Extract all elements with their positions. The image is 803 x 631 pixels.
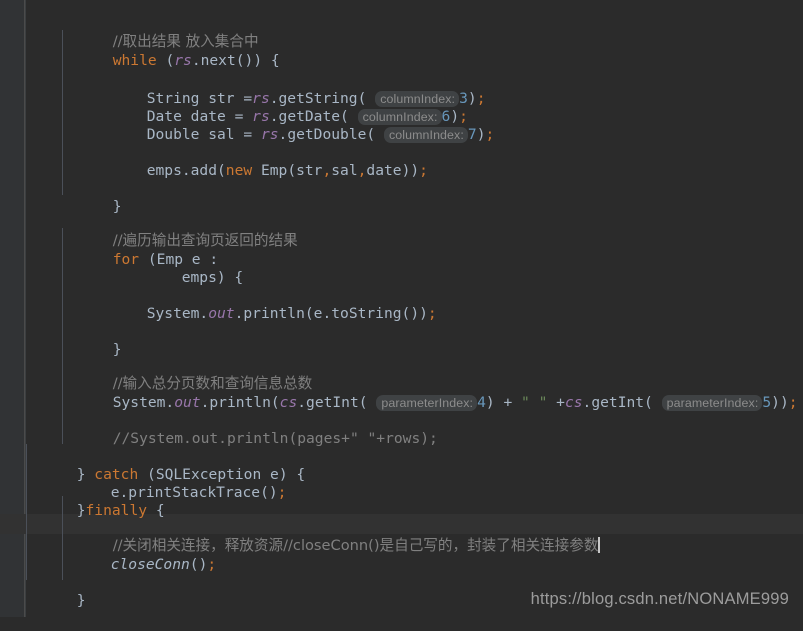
code-line[interactable]: while (rs.next()) { [60,31,280,69]
code-editor[interactable]: //取出结果 放入集合中 while (rs.next()) { String … [0,0,803,617]
code-line[interactable]: e.printStackTrace(); [58,463,287,501]
method-getint: .getInt( [582,394,653,411]
punctuation: ( [156,52,175,69]
number-literal: 7 [467,126,477,143]
argument: sal [331,162,358,179]
code-line[interactable]: emps) { [129,248,244,286]
punctuation: ) + [485,394,522,411]
code-line[interactable]: }finally { [24,481,165,519]
semicolon: ; [419,162,428,179]
code-line[interactable]: //遍历输出查询页返回的结果 [60,211,298,249]
field-cs: cs [564,394,583,411]
semicolon: ; [788,394,798,411]
code-line[interactable]: System.out.println(e.toString()); [94,284,437,322]
semicolon: ; [427,305,437,322]
class-system: System. [146,305,209,322]
code-line[interactable]: } [60,177,122,215]
type-emp: Emp [260,162,288,179]
semicolon: ; [277,484,287,501]
watermark: https://blog.csdn.net/NONAME999 [530,590,789,608]
string-literal: " " [521,394,548,411]
code-line[interactable]: //取出结果 放入集合中 [60,12,259,50]
code-line[interactable]: emps.add(new Emp(str,sal,date)); [94,141,428,179]
code-surface[interactable]: //取出结果 放入集合中 while (rs.next()) { String … [0,0,803,617]
parameter-hint-parameterindex: parameterIndex: [661,395,763,411]
argument: date)) [366,162,420,179]
keyword-new: new [225,162,253,179]
method-closeconn: closeConn [110,556,190,573]
semicolon: ; [485,126,495,143]
number-literal: 5 [762,394,772,411]
method-call: emps.add( [146,162,226,179]
field-out: out [208,305,235,322]
comma: , [322,162,332,179]
code-line[interactable]: //System.out.println(pages+" "+rows); [60,409,438,447]
code-line-current[interactable]: //关闭相关连接，释放资源//closeConn()是自己写的，封装了相关连接参… [60,516,600,554]
keyword-while: while [112,52,157,69]
code-line[interactable]: closeConn(); [58,535,216,573]
code-line[interactable]: Date date = rs.getDate( columnIndex: 6); [94,87,468,125]
punctuation: )) [771,394,789,411]
method-println: .println(e.toString()) [234,305,428,322]
code-line[interactable]: System.out.println(cs.getInt( parameterI… [60,373,798,411]
code-line[interactable]: } [24,571,86,609]
text-caret [598,537,600,553]
closing-brace: } [76,592,86,609]
punctuation: () [189,556,208,573]
semicolon: ; [207,556,217,573]
code-line[interactable]: for (Emp e : [60,230,218,268]
operator: + [547,394,565,411]
method-call: .next()) { [191,52,280,69]
number-literal: 4 [477,394,486,411]
code-line[interactable]: Double sal = rs.getDouble( columnIndex: 7… [94,105,494,143]
punctuation: (str [287,162,323,179]
field-rs: rs [174,52,192,69]
code-line[interactable]: } [60,320,122,358]
code-line[interactable]: String str =rs.getString( columnIndex: 3)… [94,69,485,107]
code-line[interactable]: } catch (SQLException e) { [24,445,305,483]
code-line[interactable]: //输入总分页数和查询信息总数 [60,354,313,392]
